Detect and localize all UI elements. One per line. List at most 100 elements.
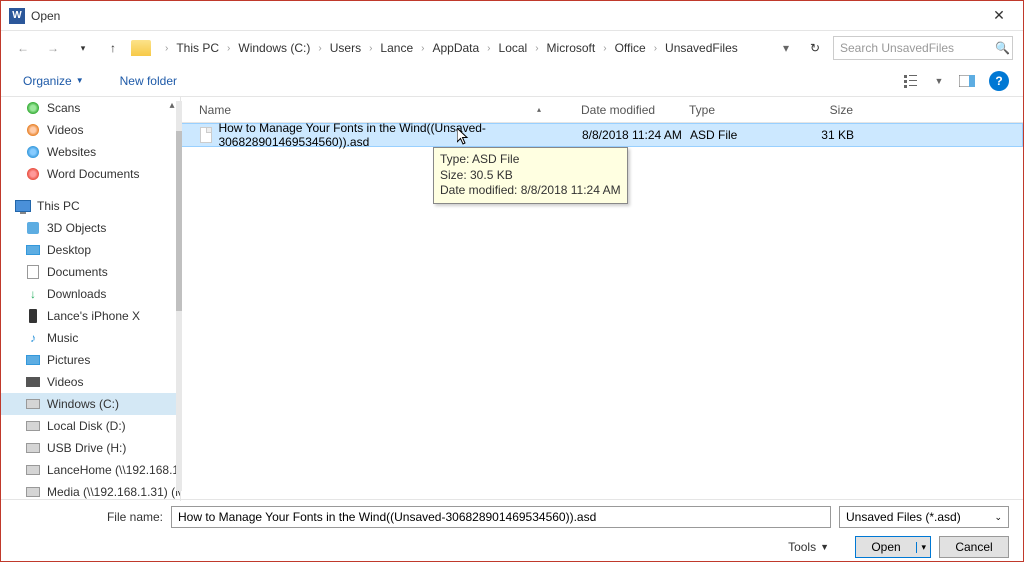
breadcrumb-item[interactable]: Windows (C:) [234,39,314,57]
phone-icon [25,309,41,323]
sidebar-label: Videos [47,123,83,137]
breadcrumb-item[interactable]: Office [611,39,650,57]
search-box[interactable]: 🔍 [833,36,1013,60]
sidebar-item-music[interactable]: ♪ Music [1,327,180,349]
folder-icon [25,101,41,115]
breadcrumb-item[interactable]: Microsoft [543,39,600,57]
chevron-right-icon: › [316,43,323,54]
chevron-right-icon: › [367,43,374,54]
sidebar-item-local-disk-d[interactable]: Local Disk (D:) [1,415,180,437]
new-folder-button[interactable]: New folder [112,70,185,92]
breadcrumb-item[interactable]: Users [326,39,365,57]
sidebar-label: Scans [47,101,80,115]
folder-icon [25,123,41,137]
cancel-label: Cancel [955,540,992,554]
chevron-down-icon: ⌄ [994,512,1002,523]
organize-button[interactable]: Organize ▼ [15,70,92,92]
column-headers: Name▴ Date modified Type Size [181,97,1023,123]
sidebar-label: Pictures [47,353,90,367]
sort-indicator-icon: ▴ [537,105,541,114]
window-title: Open [31,9,983,23]
tools-button[interactable]: Tools ▼ [780,536,837,558]
sidebar-item-iphone[interactable]: Lance's iPhone X [1,305,180,327]
back-button[interactable]: ← [11,36,35,60]
chevron-right-icon: › [652,43,659,54]
bottom-panel: File name: Unsaved Files (*.asd) ⌄ Tools… [1,499,1023,561]
sidebar-label: Lance's iPhone X [47,309,140,323]
breadcrumb-dropdown[interactable]: ▾ [779,41,793,55]
chevron-right-icon: › [163,43,170,54]
sidebar-item-3d-objects[interactable]: 3D Objects [1,217,180,239]
recent-dropdown[interactable]: ▾ [71,36,95,60]
file-icon [200,127,212,143]
breadcrumb-item[interactable]: This PC [172,39,223,57]
file-item[interactable]: How to Manage Your Fonts in the Wind((Un… [181,123,1023,147]
sidebar-label: Media (\\192.168.1.31) (M:) [47,485,180,499]
up-button[interactable]: ↑ [101,36,125,60]
filename-input[interactable] [171,506,831,528]
sidebar-item-windows-c[interactable]: Windows (C:) [1,393,180,415]
sidebar-item-lancehome-net[interactable]: LanceHome (\\192.168.1.31 [1,459,180,481]
documents-icon [25,265,41,279]
sidebar-label: USB Drive (H:) [47,441,126,455]
scrollbar-thumb[interactable] [176,131,182,311]
sidebar-item-this-pc[interactable]: This PC [1,195,180,217]
sidebar-item-videos[interactable]: Videos [1,119,180,141]
sidebar-item-scans[interactable]: Scans [1,97,180,119]
downloads-icon: ↓ [25,287,41,301]
column-date[interactable]: Date modified [581,103,689,117]
breadcrumb-item[interactable]: Lance [376,39,417,57]
cancel-button[interactable]: Cancel [939,536,1009,558]
sidebar-scrollbar[interactable] [176,101,182,491]
column-type[interactable]: Type [689,103,793,117]
view-dropdown[interactable]: ▼ [927,69,951,93]
tooltip-type: Type: ASD File [440,152,621,168]
sidebar-label: Music [47,331,78,345]
breadcrumb-item[interactable]: UnsavedFiles [661,39,742,57]
navigation-tree: ▴ Scans Videos Websites Word Documents T… [1,97,181,501]
sidebar-label: Documents [47,265,108,279]
sidebar-item-desktop[interactable]: Desktop [1,239,180,261]
breadcrumb-item[interactable]: Local [495,39,532,57]
folder-icon [25,167,41,181]
sidebar-label: Word Documents [47,167,139,181]
sidebar-label: Videos [47,375,83,389]
music-icon: ♪ [25,331,41,345]
help-button[interactable]: ? [989,71,1009,91]
breadcrumb-item[interactable]: AppData [428,39,483,57]
column-size[interactable]: Size [793,103,863,117]
sidebar-item-downloads[interactable]: ↓ Downloads [1,283,180,305]
folder-icon [131,40,151,56]
close-button[interactable]: ✕ [983,4,1015,28]
sidebar-item-videos-lib[interactable]: Videos [1,371,180,393]
sidebar-label: Downloads [47,287,106,301]
chevron-down-icon: ▼ [76,76,84,85]
sidebar-item-pictures[interactable]: Pictures [1,349,180,371]
sidebar-item-word-documents[interactable]: Word Documents [1,163,180,185]
refresh-button[interactable]: ↻ [803,36,827,60]
chevron-right-icon: › [533,43,540,54]
file-name: How to Manage Your Fonts in the Wind((Un… [218,121,582,149]
view-options-button[interactable] [899,69,923,93]
filetype-select[interactable]: Unsaved Files (*.asd) ⌄ [839,506,1009,528]
preview-pane-button[interactable] [955,69,979,93]
sidebar-item-usb-drive-h[interactable]: USB Drive (H:) [1,437,180,459]
sidebar-label: Windows (C:) [47,397,119,411]
sidebar-item-media-net[interactable]: Media (\\192.168.1.31) (M:) [1,481,180,501]
column-name[interactable]: Name▴ [181,103,581,117]
open-button[interactable]: Open [855,536,931,558]
chevron-down-icon: ▼ [820,542,829,552]
sidebar-item-websites[interactable]: Websites [1,141,180,163]
search-input[interactable] [840,41,995,55]
sidebar-label: Desktop [47,243,91,257]
breadcrumb[interactable]: › This PC › Windows (C:) › Users › Lance… [159,36,797,60]
sidebar-item-documents[interactable]: Documents [1,261,180,283]
drive-icon [25,397,41,411]
chevron-right-icon: › [601,43,608,54]
sidebar-label: Websites [47,145,96,159]
sidebar-label: 3D Objects [47,221,106,235]
file-size: 31 KB [794,128,864,142]
forward-button[interactable]: → [41,36,65,60]
file-type: ASD File [690,128,794,142]
toolbar: Organize ▼ New folder ▼ ? [1,65,1023,97]
